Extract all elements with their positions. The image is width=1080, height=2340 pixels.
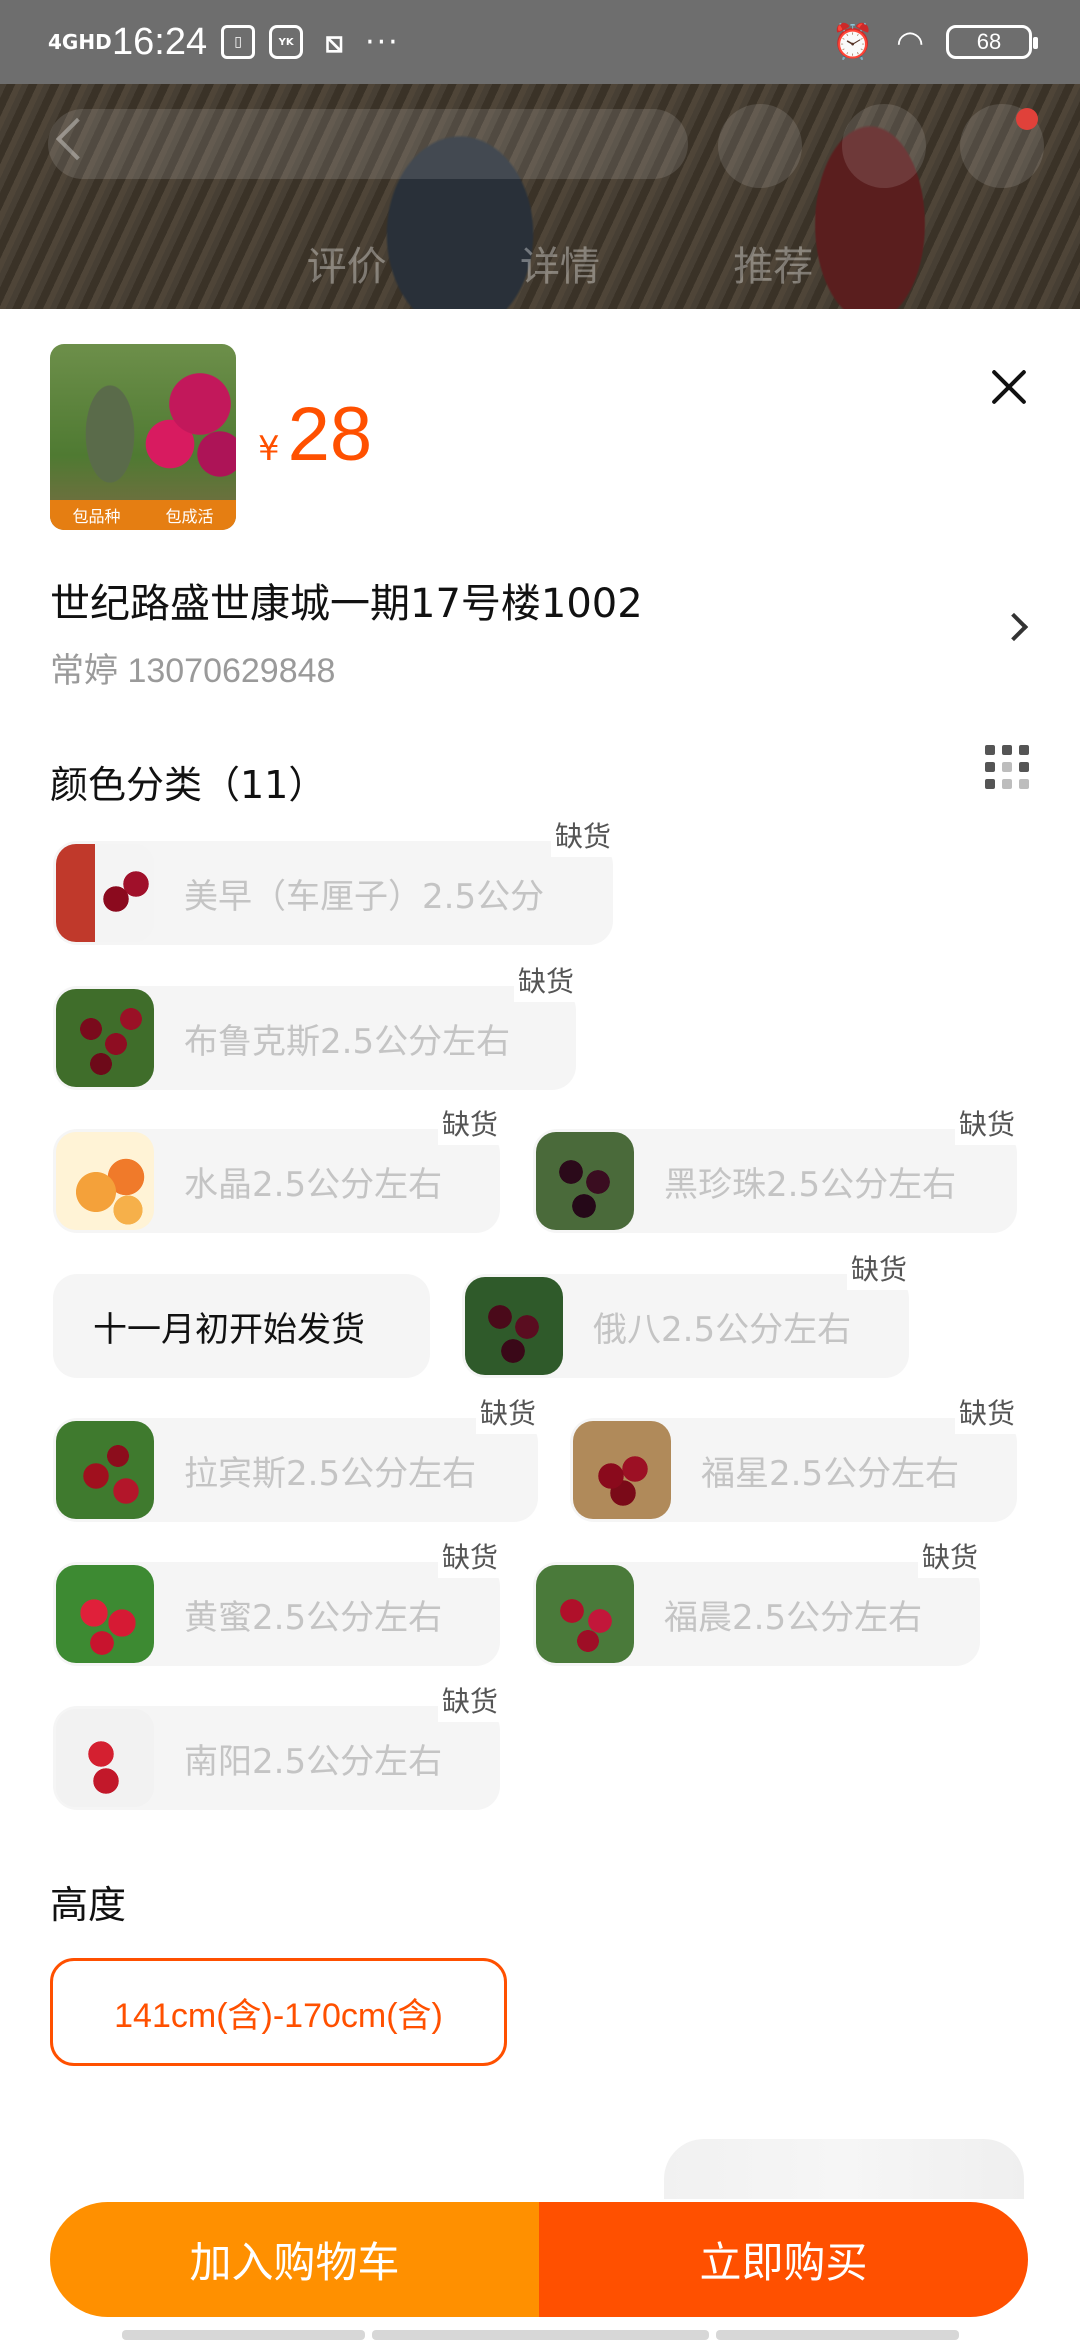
product-thumbnail[interactable]: 包品种 包成活	[50, 344, 236, 530]
option-label: 拉宾斯2.5公分左右	[184, 1453, 477, 1494]
bottom-strip	[122, 2330, 365, 2340]
color-option[interactable]: 水晶2.5公分左右 缺货	[53, 1101, 502, 1233]
clock: 16:24	[112, 20, 208, 63]
option-label: 福晨2.5公分左右	[664, 1597, 923, 1638]
option-thumbnail	[56, 1132, 154, 1230]
tab-details: 详情	[519, 244, 600, 290]
out-of-stock-badge: 缺货	[437, 1101, 502, 1145]
option-thumbnail	[56, 1565, 154, 1663]
color-option[interactable]: 南阳2.5公分左右 缺货	[53, 1678, 502, 1810]
option-label: 黑珍珠2.5公分左右	[664, 1164, 957, 1205]
color-option[interactable]: 俄八2.5公分左右 缺货	[462, 1246, 911, 1378]
more-notifications-icon: ···	[365, 24, 400, 60]
address-line: 世纪路盛世康城一期17号楼1002	[50, 581, 643, 627]
color-option[interactable]: 黑珍珠2.5公分左右 缺货	[533, 1101, 1019, 1233]
thumbnail-caption: 包品种 包成活	[50, 500, 236, 530]
wifi-icon: ◠	[896, 23, 924, 61]
color-option[interactable]: 布鲁克斯2.5公分左右 缺货	[53, 958, 578, 1090]
battery-level: 68	[976, 29, 1002, 54]
background-search-bar	[48, 109, 688, 179]
color-option[interactable]: 拉宾斯2.5公分左右 缺货	[53, 1390, 540, 1522]
sku-selection-sheet: 包品种 包成活 ¥ 28 世纪路盛世康城一期17号楼1002 常婷 130706…	[0, 309, 1080, 2340]
screenshot-icon: ⧅	[324, 24, 344, 60]
grid-view-icon[interactable]	[985, 745, 1029, 789]
status-bar: 4GHD 16:24 ▯ YK ⧅ ··· ⏰ ◠ 68	[0, 0, 1080, 84]
option-thumbnail	[573, 1421, 671, 1519]
option-label: 俄八2.5公分左右	[593, 1309, 852, 1350]
option-label: 水晶2.5公分左右	[184, 1164, 443, 1205]
out-of-stock-badge: 缺货	[437, 1534, 502, 1578]
option-label: 布鲁克斯2.5公分左右	[184, 1021, 511, 1062]
option-thumbnail	[536, 1132, 634, 1230]
out-of-stock-badge: 缺货	[954, 1101, 1019, 1145]
thumbnail-caption-1: 包品种	[72, 507, 121, 526]
color-option[interactable]: 福星2.5公分左右 缺货	[570, 1390, 1019, 1522]
option-thumbnail	[536, 1565, 634, 1663]
option-label: 福星2.5公分左右	[701, 1453, 960, 1494]
sim-icon: ▯	[221, 25, 256, 59]
address-contact: 常婷 13070629848	[50, 652, 336, 690]
price-value: 28	[287, 392, 373, 477]
height-section-title: 高度	[50, 1883, 127, 1927]
add-to-cart-button[interactable]: 加入购物车	[50, 2202, 539, 2317]
cart-icon	[842, 104, 926, 188]
option-label: 南阳2.5公分左右	[184, 1741, 443, 1782]
out-of-stock-badge: 缺货	[513, 958, 578, 1002]
notification-dot	[1016, 108, 1038, 130]
bottom-strip	[372, 2330, 709, 2340]
buy-now-button[interactable]: 立即购买	[539, 2202, 1028, 2317]
option-label: 黄蜜2.5公分左右	[184, 1597, 443, 1638]
out-of-stock-badge: 缺货	[954, 1390, 1019, 1434]
bottom-strip	[716, 2330, 959, 2340]
out-of-stock-badge: 缺货	[846, 1246, 911, 1290]
out-of-stock-badge: 缺货	[550, 813, 615, 857]
color-option[interactable]: 福晨2.5公分左右 缺货	[533, 1534, 982, 1666]
share-icon	[718, 104, 802, 188]
tab-recommend: 推荐	[733, 244, 814, 290]
background-tabs: 评价 详情 推荐	[0, 234, 1080, 292]
battery-icon: 68	[946, 25, 1038, 59]
address-selector[interactable]: 世纪路盛世康城一期17号楼1002 常婷 13070629848	[50, 571, 1040, 690]
color-option[interactable]: 美早（车厘子）2.5公分 缺货	[53, 813, 615, 945]
color-section-title: 颜色分类（11）	[50, 763, 327, 807]
youku-icon: YK	[269, 25, 304, 59]
option-thumbnail	[56, 989, 154, 1087]
option-label: 十一月初开始发货	[93, 1309, 365, 1350]
alarm-icon: ⏰	[831, 22, 875, 62]
out-of-stock-badge: 缺货	[437, 1678, 502, 1722]
tab-reviews: 评价	[306, 244, 387, 290]
height-option-selected[interactable]: 141cm(含)-170cm(含)	[50, 1958, 507, 2066]
close-icon[interactable]	[985, 364, 1035, 414]
background-product-header[interactable]: 评价 详情 推荐	[0, 84, 1080, 309]
option-thumbnail	[56, 1421, 154, 1519]
option-label: 美早（车厘子）2.5公分	[184, 876, 545, 917]
option-thumbnail	[465, 1277, 563, 1375]
thumbnail-caption-2: 包成活	[165, 507, 214, 526]
color-option[interactable]: 黄蜜2.5公分左右 缺货	[53, 1534, 502, 1666]
partially-hidden-element	[664, 2139, 1024, 2199]
option-thumbnail	[56, 844, 154, 942]
color-option[interactable]: 十一月初开始发货	[53, 1274, 430, 1378]
option-thumbnail	[56, 1709, 154, 1807]
action-bar: 加入购物车 立即购买	[50, 2202, 1028, 2317]
out-of-stock-badge: 缺货	[917, 1534, 982, 1578]
currency-symbol: ¥	[258, 429, 280, 469]
out-of-stock-badge: 缺货	[475, 1390, 540, 1434]
network-indicator: 4GHD	[48, 30, 112, 54]
price: ¥ 28	[258, 391, 372, 478]
